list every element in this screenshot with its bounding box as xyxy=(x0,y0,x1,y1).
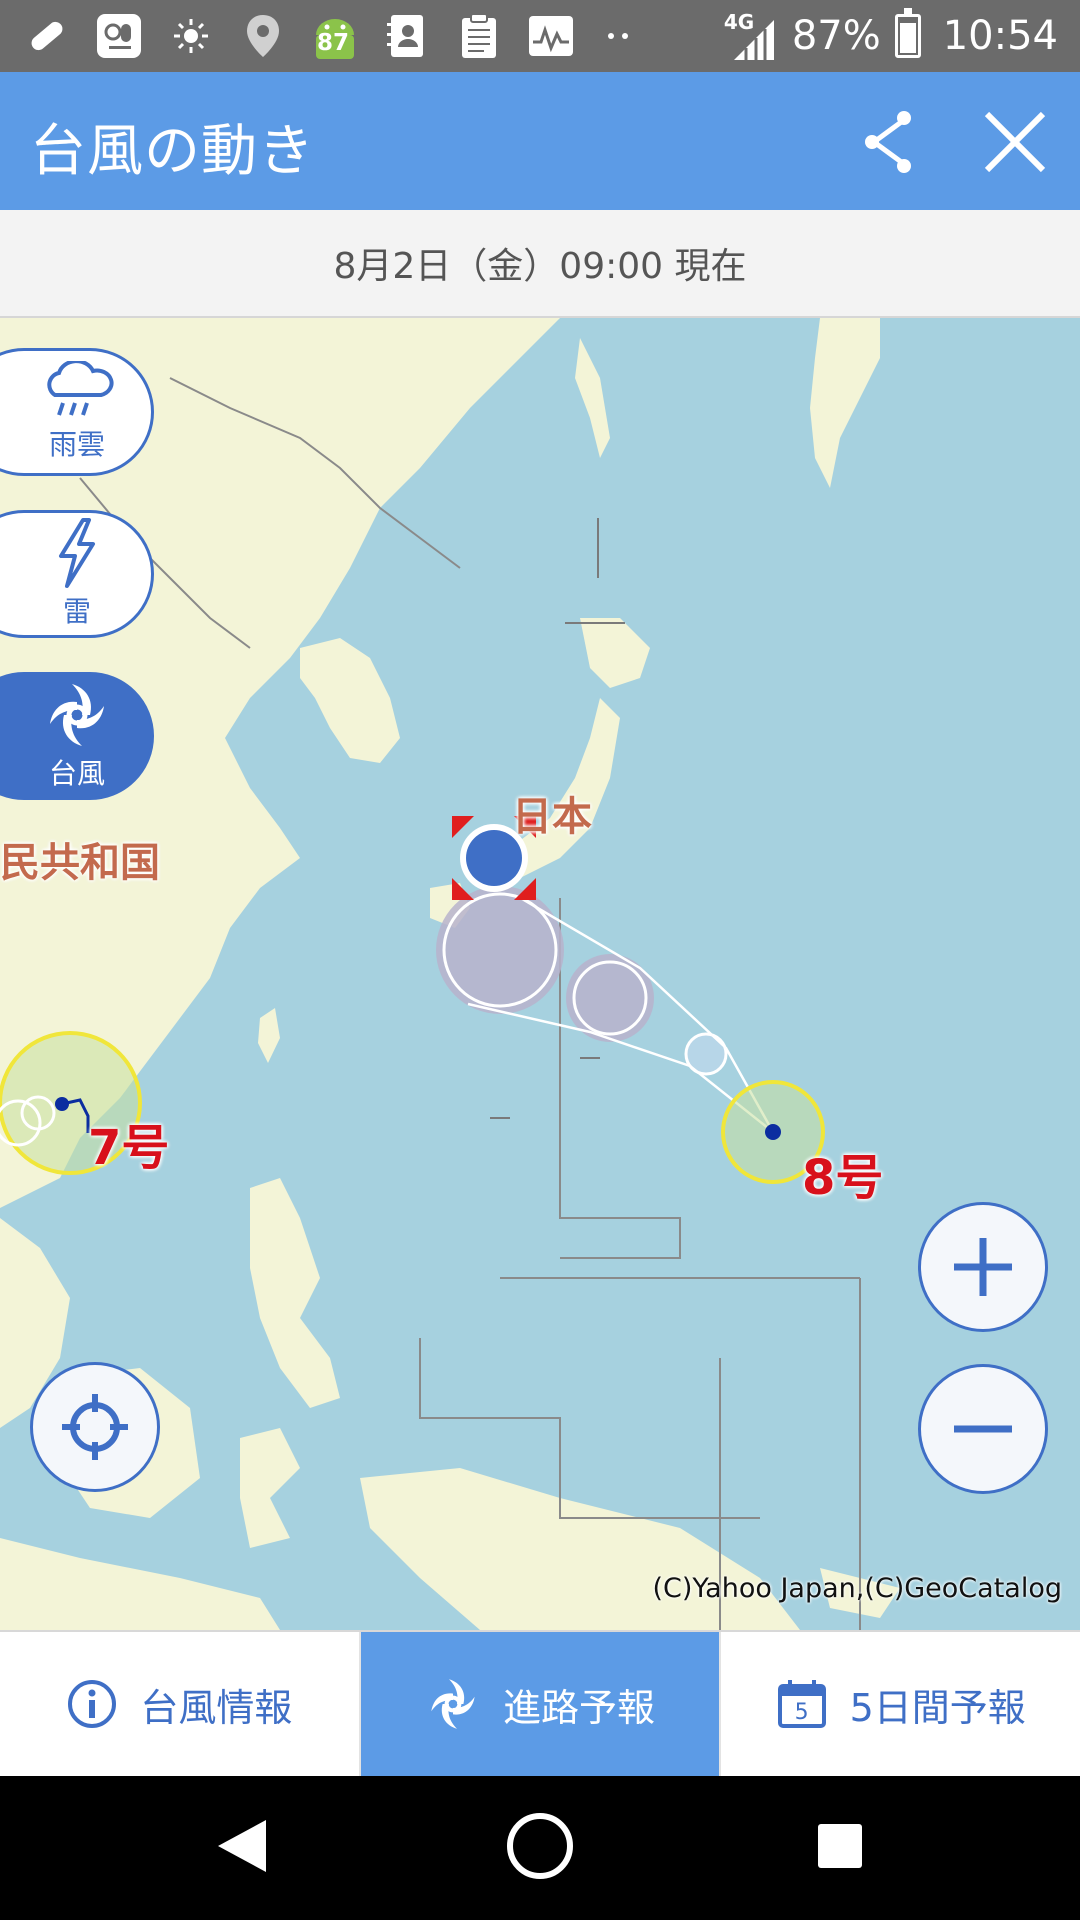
layer-lightning-label: 雷 xyxy=(62,595,91,628)
typhoon-7-label[interactable]: 7号 xyxy=(88,1108,169,1178)
layer-lightning-button[interactable]: 雷 xyxy=(0,510,154,638)
recents-button[interactable] xyxy=(818,1824,862,1868)
close-button[interactable] xyxy=(975,102,1055,182)
crosshair-icon xyxy=(62,1394,128,1460)
map-copyright: (C)Yahoo Japan,(C)GeoCatalog xyxy=(652,1573,1062,1604)
system-nav-bar xyxy=(0,1776,1080,1920)
country-label-japan: 日本 xyxy=(512,794,592,840)
battery-percent: 87% xyxy=(791,13,881,59)
layer-rain-cloud-label: 雨雲 xyxy=(48,428,105,461)
plus-icon xyxy=(954,1238,1012,1296)
typhoon-8-label[interactable]: 8号 xyxy=(802,1138,883,1208)
contacts-icon xyxy=(382,11,432,61)
info-icon xyxy=(68,1680,117,1728)
signal-icon: 4G xyxy=(724,8,778,64)
clipboard-icon xyxy=(454,11,504,61)
app-bar: 台風の動き xyxy=(0,72,1080,210)
calendar-day: 5 xyxy=(794,1700,809,1725)
layer-rain-cloud-button[interactable]: 雨雲 xyxy=(0,348,154,476)
current-time-bar: 8月2日（金）09:00 現在 xyxy=(0,210,1080,318)
land-sakhalin xyxy=(575,338,610,458)
activity-icon xyxy=(526,11,576,61)
typhoon-icon xyxy=(50,684,104,746)
tab-5day-forecast-label: 5日間予報 xyxy=(849,1685,1026,1730)
home-button[interactable] xyxy=(507,1813,573,1879)
android-badge: 87 xyxy=(317,30,350,56)
tab-5day-forecast[interactable]: 5 5日間予報 xyxy=(721,1632,1080,1776)
page-title: 台風の動き xyxy=(30,119,315,184)
more-dots-icon xyxy=(598,11,638,61)
bottom-tab-bar: 台風情報 進路予報 5 5日間予報 xyxy=(0,1630,1080,1776)
current-time-text: 8月2日（金）09:00 現在 xyxy=(333,246,747,287)
typhoon-map[interactable]: 雨雲 雷 台風 民共和国 日本 7号 8号 (C)Yahoo Japan,(C)… xyxy=(0,318,1080,1630)
land-new-guinea xyxy=(360,1468,800,1630)
network-type: 4G xyxy=(723,10,755,34)
location-icon xyxy=(238,11,288,61)
bandage-icon xyxy=(22,11,72,61)
tab-track-forecast[interactable]: 進路予報 xyxy=(360,1632,722,1776)
country-label-china: 民共和国 xyxy=(0,840,160,886)
rain-cloud-icon xyxy=(47,361,114,416)
android-icon: 87 xyxy=(310,11,360,61)
land-kamchatka xyxy=(810,318,880,488)
status-bar: 87 4G 87% 10:54 xyxy=(0,0,1080,72)
land-sulawesi xyxy=(240,1428,300,1548)
minus-icon xyxy=(954,1425,1012,1433)
recents-icon xyxy=(818,1824,862,1868)
voicemail-icon xyxy=(94,11,144,61)
land-philippines xyxy=(250,1178,340,1408)
layer-typhoon-label: 台風 xyxy=(48,757,105,790)
typhoon-icon xyxy=(431,1679,475,1729)
close-icon xyxy=(984,111,1046,173)
back-button[interactable] xyxy=(218,1820,266,1872)
zoom-in-button[interactable] xyxy=(918,1202,1048,1332)
tab-track-forecast-label: 進路予報 xyxy=(503,1685,656,1730)
share-button[interactable] xyxy=(850,102,930,182)
layer-typhoon-button[interactable]: 台風 xyxy=(0,672,154,800)
current-location-button[interactable] xyxy=(30,1362,160,1492)
land-hokkaido xyxy=(580,618,650,688)
tab-typhoon-info-label: 台風情報 xyxy=(140,1685,293,1730)
land-sumatra-java xyxy=(0,1538,280,1630)
tab-typhoon-info[interactable]: 台風情報 xyxy=(0,1632,361,1776)
land-korea xyxy=(300,638,400,763)
clock: 10:54 xyxy=(942,13,1058,59)
calendar-icon: 5 xyxy=(776,1678,828,1730)
home-icon xyxy=(507,1813,573,1879)
land-taiwan xyxy=(258,1008,280,1063)
back-icon xyxy=(218,1820,266,1872)
battery-icon xyxy=(894,8,921,58)
zoom-out-button[interactable] xyxy=(918,1364,1048,1494)
share-icon xyxy=(865,111,911,173)
typhoon-8-track xyxy=(436,886,825,1184)
lightning-icon xyxy=(59,518,95,588)
brightness-icon xyxy=(166,11,216,61)
